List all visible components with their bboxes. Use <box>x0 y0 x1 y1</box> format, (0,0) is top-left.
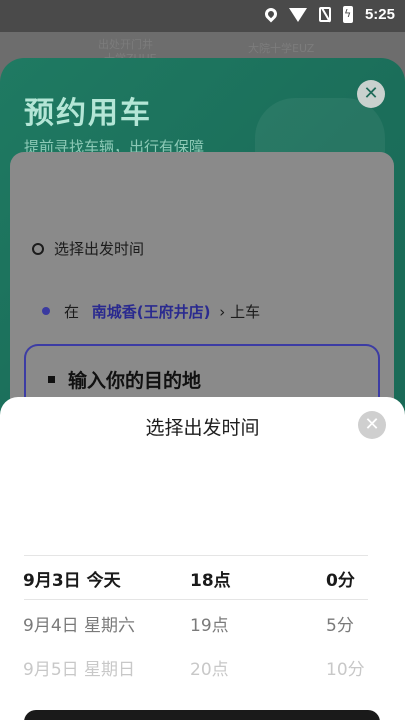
sheet-title: 选择出发时间 <box>145 417 260 439</box>
confirm-button[interactable] <box>24 710 380 720</box>
status-time: 5:25 <box>364 6 395 23</box>
location-icon <box>262 5 280 22</box>
date-option[interactable]: 9月5日 星期日 <box>23 655 135 680</box>
departure-time-label: 选择出发时间 <box>54 240 145 258</box>
minute-option[interactable]: 0分 <box>326 566 355 591</box>
minute-option[interactable]: 5分 <box>326 611 354 636</box>
date-option[interactable]: 9月3日 今天 <box>23 566 121 591</box>
time-picker-sheet: 选择出发时间 ✕ 9月3日 今天 18点 0分 9月4日 星期六 19点 5分 … <box>0 397 405 720</box>
hour-option[interactable]: 20点 <box>190 655 229 680</box>
date-option[interactable]: 9月4日 星期六 <box>23 611 135 636</box>
wifi-icon <box>288 7 307 22</box>
picker-divider-bottom <box>24 599 368 600</box>
pickup-suffix: › 上车 <box>219 303 261 321</box>
destination-placeholder: 输入你的目的地 <box>68 370 202 392</box>
booking-title: 预约用车 <box>24 96 152 131</box>
pickup-row[interactable]: 在 南城香(王府井店) › 上车 <box>42 301 260 322</box>
hour-option[interactable]: 19点 <box>190 611 229 636</box>
hour-option[interactable]: 18点 <box>190 566 231 591</box>
close-sheet-button[interactable]: ✕ <box>358 411 386 439</box>
battery-charging-icon <box>342 6 353 23</box>
map-label: 大院十学EUZ <box>248 42 315 55</box>
minute-option[interactable]: 10分 <box>326 655 365 680</box>
destination-square-icon <box>48 376 55 383</box>
close-booking-button[interactable]: ✕ <box>357 80 385 108</box>
status-icons: 5:25 <box>262 5 395 23</box>
no-sim-icon <box>318 7 331 22</box>
pickup-dot-icon <box>42 307 50 315</box>
picker-divider-top <box>24 555 368 556</box>
status-bar: 5:25 <box>0 0 405 32</box>
clock-icon <box>32 243 44 255</box>
pickup-prefix: 在 <box>64 303 80 321</box>
departure-time-row[interactable]: 选择出发时间 <box>0 238 144 259</box>
pickup-place[interactable]: 南城香(王府井店) <box>92 303 211 321</box>
